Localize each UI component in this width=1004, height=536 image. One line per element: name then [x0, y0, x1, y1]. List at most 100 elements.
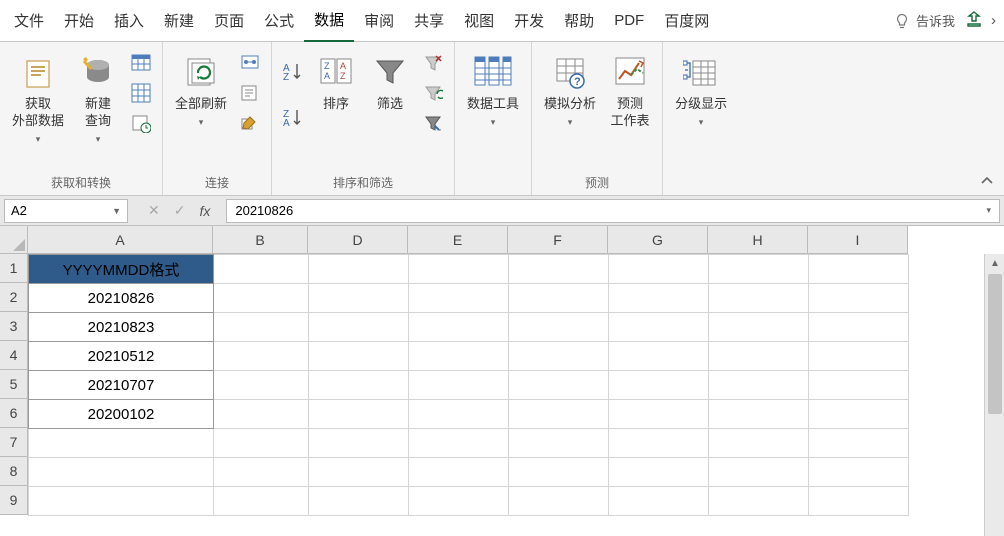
cell[interactable] — [309, 458, 409, 487]
cell[interactable] — [509, 313, 609, 342]
cell[interactable] — [309, 429, 409, 458]
tab-data[interactable]: 数据 — [304, 0, 354, 43]
cell[interactable] — [409, 255, 509, 284]
cell[interactable]: 20210826 — [29, 284, 214, 313]
cell[interactable] — [609, 313, 709, 342]
cell[interactable] — [809, 313, 909, 342]
tab-dev[interactable]: 开发 — [504, 0, 554, 41]
cell[interactable]: YYYYMMDD格式 — [29, 255, 214, 284]
cell[interactable] — [409, 487, 509, 516]
collapse-ribbon-button[interactable] — [980, 174, 994, 191]
cell[interactable] — [609, 458, 709, 487]
row-header[interactable]: 2 — [0, 283, 28, 312]
forecast-sheet-button[interactable]: 预测 工作表 — [606, 50, 654, 132]
cell[interactable]: 20200102 — [29, 400, 214, 429]
outline-button[interactable]: 分级显示 ▾ — [671, 50, 731, 130]
cell[interactable] — [809, 371, 909, 400]
col-header[interactable]: E — [408, 226, 508, 254]
sort-asc-button[interactable]: AZ — [280, 58, 306, 84]
tab-formula[interactable]: 公式 — [254, 0, 304, 41]
tab-view[interactable]: 视图 — [454, 0, 504, 41]
cell[interactable] — [309, 487, 409, 516]
cell[interactable] — [509, 371, 609, 400]
cell[interactable] — [509, 429, 609, 458]
tab-review[interactable]: 审阅 — [354, 0, 404, 41]
cell[interactable] — [409, 400, 509, 429]
cell[interactable] — [609, 429, 709, 458]
row-header[interactable]: 9 — [0, 486, 28, 515]
insert-function-button[interactable]: fx — [199, 203, 210, 219]
cell[interactable] — [809, 400, 909, 429]
tab-insert[interactable]: 插入 — [104, 0, 154, 41]
accept-formula-button[interactable]: ✓ — [174, 202, 186, 219]
scroll-up-button[interactable]: ▲ — [985, 254, 1004, 272]
cancel-formula-button[interactable]: ✕ — [148, 202, 160, 219]
cell[interactable] — [809, 458, 909, 487]
cell[interactable] — [309, 255, 409, 284]
tab-home[interactable]: 开始 — [54, 0, 104, 41]
reapply-button[interactable] — [420, 80, 446, 106]
cell[interactable] — [709, 429, 809, 458]
cell[interactable] — [709, 487, 809, 516]
cell[interactable]: 20210512 — [29, 342, 214, 371]
cell[interactable] — [29, 458, 214, 487]
sort-desc-button[interactable]: ZA — [280, 104, 306, 130]
whatif-button[interactable]: ? 模拟分析 ▾ — [540, 50, 600, 130]
col-header[interactable]: F — [508, 226, 608, 254]
cell[interactable] — [509, 284, 609, 313]
cell[interactable] — [309, 342, 409, 371]
clear-filter-button[interactable] — [420, 50, 446, 76]
cell[interactable] — [409, 313, 509, 342]
advanced-filter-button[interactable] — [420, 110, 446, 136]
col-header[interactable]: D — [308, 226, 408, 254]
col-header[interactable]: G — [608, 226, 708, 254]
data-tools-button[interactable]: 数据工具 ▾ — [463, 50, 523, 130]
cell[interactable] — [709, 255, 809, 284]
cell[interactable] — [309, 371, 409, 400]
cell[interactable] — [214, 313, 309, 342]
tab-pdf[interactable]: PDF — [604, 2, 654, 39]
more-button[interactable]: › — [987, 6, 1000, 35]
cell[interactable] — [609, 255, 709, 284]
col-header[interactable]: B — [213, 226, 308, 254]
vertical-scrollbar[interactable]: ▲ — [984, 254, 1004, 536]
row-header[interactable]: 1 — [0, 254, 28, 283]
tab-new[interactable]: 新建 — [154, 0, 204, 41]
cell[interactable] — [214, 458, 309, 487]
tab-help[interactable]: 帮助 — [554, 0, 604, 41]
connections-button[interactable] — [237, 50, 263, 76]
name-box[interactable]: A2 ▼ — [4, 199, 128, 223]
col-header[interactable]: H — [708, 226, 808, 254]
cell[interactable] — [214, 255, 309, 284]
from-table-button[interactable] — [128, 80, 154, 106]
sort-button[interactable]: ZAAZ 排序 — [312, 50, 360, 115]
select-all-corner[interactable] — [0, 226, 28, 254]
properties-button[interactable] — [237, 80, 263, 106]
cell[interactable] — [709, 313, 809, 342]
cell[interactable] — [509, 255, 609, 284]
cell[interactable] — [509, 400, 609, 429]
cell[interactable] — [809, 342, 909, 371]
tab-page[interactable]: 页面 — [204, 0, 254, 41]
cell[interactable] — [709, 284, 809, 313]
row-header[interactable]: 6 — [0, 399, 28, 428]
cell[interactable] — [409, 371, 509, 400]
cell[interactable] — [809, 255, 909, 284]
cell[interactable] — [214, 284, 309, 313]
cell[interactable] — [409, 284, 509, 313]
cell[interactable]: 20210823 — [29, 313, 214, 342]
show-queries-button[interactable] — [128, 50, 154, 76]
cell[interactable] — [309, 313, 409, 342]
col-header[interactable]: I — [808, 226, 908, 254]
cell[interactable] — [409, 429, 509, 458]
filter-button[interactable]: 筛选 — [366, 50, 414, 115]
cell[interactable] — [809, 284, 909, 313]
new-query-button[interactable]: 新建 查询 ▾ — [74, 50, 122, 147]
cell[interactable] — [509, 342, 609, 371]
refresh-all-button[interactable]: 全部刷新 ▾ — [171, 50, 231, 130]
cell[interactable] — [609, 487, 709, 516]
row-header[interactable]: 8 — [0, 457, 28, 486]
tab-share[interactable]: 共享 — [404, 0, 454, 41]
cell[interactable] — [609, 371, 709, 400]
cell[interactable] — [709, 342, 809, 371]
